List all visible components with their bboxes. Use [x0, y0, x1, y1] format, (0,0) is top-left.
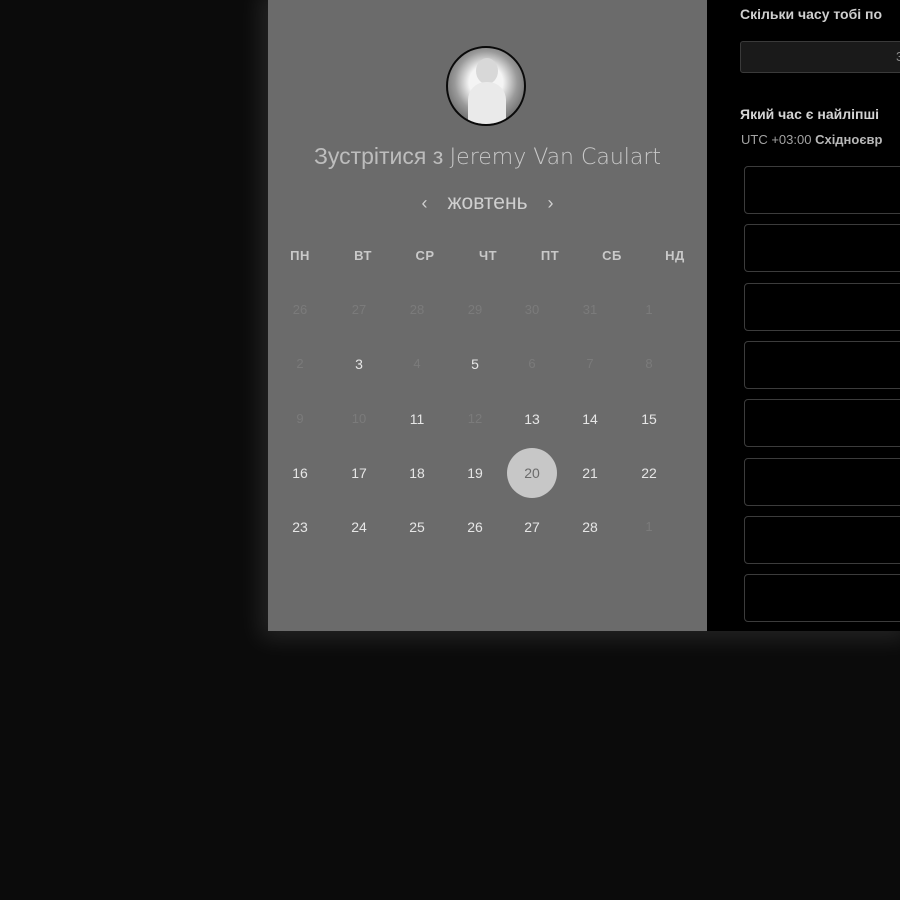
calendar-day: 7 — [586, 356, 594, 371]
calendar-day[interactable]: 19 — [450, 448, 500, 498]
time-slot-button[interactable] — [744, 282, 900, 331]
calendar-day[interactable]: 27 — [507, 502, 557, 552]
calendar-day: 9 — [296, 411, 304, 426]
timezone-name: Східноєвр — [815, 132, 883, 147]
timezone-label: UTC +03:00 Східноєвр — [741, 132, 882, 147]
calendar-day: 2 — [296, 356, 304, 371]
calendar-day: 29 — [467, 302, 483, 317]
calendar-day: 1 — [645, 519, 653, 534]
calendar-day[interactable]: 15 — [624, 394, 674, 444]
calendar-day: 27 — [351, 302, 367, 317]
calendar-day: 31 — [582, 302, 598, 317]
calendar-day[interactable]: 5 — [450, 339, 500, 389]
calendar-day[interactable]: 13 — [507, 394, 557, 444]
calendar-day[interactable]: 3 — [334, 339, 384, 389]
calendar-day[interactable]: 11 — [392, 394, 442, 444]
time-slot-button[interactable] — [744, 399, 900, 448]
calendar-grid: 26 27 28 29 30 31 1 2 3 4 5 6 7 8 9 10 11 12 13 14 15 16 17 18 1… — [268, 0, 707, 631]
calendar-day[interactable]: 22 — [624, 448, 674, 498]
calendar-day[interactable]: 21 — [565, 448, 615, 498]
selected-day[interactable]: 20 — [507, 448, 557, 498]
calendar-day: 4 — [413, 356, 421, 371]
calendar-day[interactable]: 28 — [565, 502, 615, 552]
calendar-panel: Зустрітися з Jeremy Van Caulart ‹ жовтен… — [268, 0, 707, 631]
time-slot-button[interactable] — [744, 457, 900, 506]
time-panel: Скільки часу тобі по 3 Який час є найліп… — [707, 0, 900, 631]
duration-question: Скільки часу тобі по — [740, 6, 883, 22]
time-slot-button[interactable] — [744, 515, 900, 564]
calendar-day[interactable]: 23 — [275, 502, 325, 552]
calendar-day[interactable]: 17 — [334, 448, 384, 498]
calendar-day: 28 — [409, 302, 425, 317]
time-slot-button[interactable] — [744, 340, 900, 389]
time-slot-button[interactable] — [744, 166, 900, 214]
timezone-offset: UTC +03:00 — [741, 132, 812, 147]
calendar-day: 6 — [528, 356, 536, 371]
calendar-day: 26 — [292, 302, 308, 317]
calendar-day[interactable]: 25 — [392, 502, 442, 552]
calendar-day[interactable]: 14 — [565, 394, 615, 444]
booking-modal: Зустрітися з Jeremy Van Caulart ‹ жовтен… — [268, 0, 900, 631]
duration-value: 3 — [896, 49, 900, 64]
calendar-day[interactable]: 26 — [450, 502, 500, 552]
calendar-day[interactable]: 16 — [275, 448, 325, 498]
calendar-day: 30 — [524, 302, 540, 317]
time-question: Який час є найліпші — [740, 106, 880, 122]
calendar-day: 10 — [351, 411, 367, 426]
calendar-day: 8 — [645, 356, 653, 371]
calendar-day[interactable]: 24 — [334, 502, 384, 552]
duration-select[interactable]: 3 — [740, 41, 900, 73]
time-slot-button[interactable] — [744, 574, 900, 623]
calendar-day: 1 — [645, 302, 653, 317]
calendar-day[interactable]: 18 — [392, 448, 442, 498]
time-slot-button[interactable] — [744, 224, 900, 273]
calendar-day: 12 — [467, 411, 483, 426]
